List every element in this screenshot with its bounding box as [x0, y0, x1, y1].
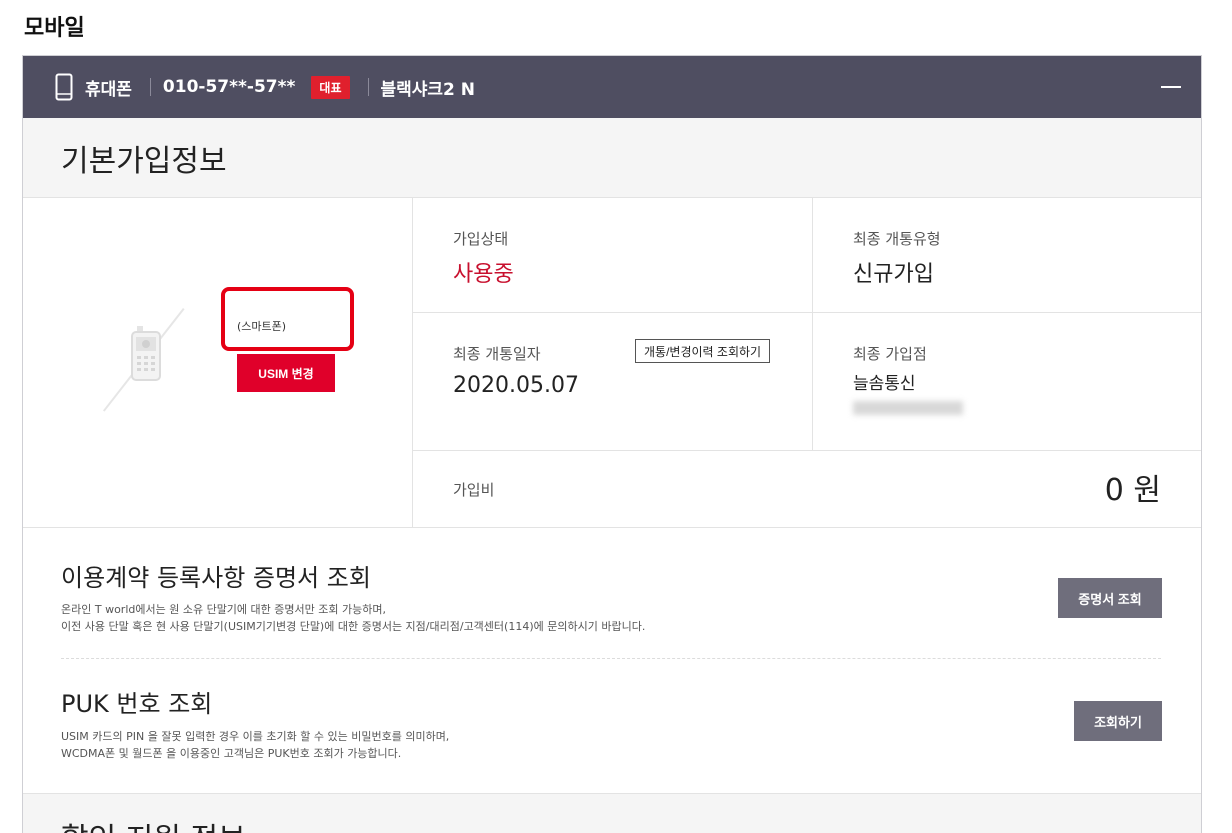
line-header-bar[interactable]: 휴대폰 010-57**-57** 대표 블랙샤크2 N: [23, 56, 1201, 118]
usim-change-button[interactable]: USIM 변경: [237, 354, 335, 392]
certificate-title: 이용계약 등록사항 증명서 조회: [61, 564, 371, 592]
header-divider: [149, 78, 151, 96]
header-divider: [367, 78, 369, 96]
open-type-value: 신규가입: [853, 262, 934, 287]
store-cell: 최종 가입점 늘솜통신: [813, 313, 1201, 451]
discount-section-title: 할인 지원 정보: [61, 814, 246, 833]
basic-info-title: 기본가입정보: [61, 144, 227, 179]
puk-row: PUK 번호 조회 USIM 카드의 PIN 을 잘못 입력한 경우 이를 초기…: [23, 658, 1201, 788]
subscription-status-value: 사용중: [453, 262, 514, 287]
device-name: (스마트폰): [237, 320, 287, 333]
subscription-status-cell: 가입상태 사용중: [413, 198, 813, 313]
store-name: 늘솜통신: [853, 374, 916, 394]
open-date-cell: 최종 개통일자 개통/변경이력 조회하기 2020.05.07: [413, 313, 813, 451]
certificate-inquiry-button[interactable]: 증명서 조회: [1058, 578, 1162, 618]
phone-number: 010-57**-57**: [162, 77, 296, 97]
device-model: 블랙샤크2 N: [380, 79, 476, 100]
blurred-store-phone: [853, 401, 963, 415]
certificate-desc-line2: 이전 사용 단말 혹은 현 사용 단말기(USIM기기변경 단말)에 대한 증명…: [61, 620, 646, 633]
store-label: 최종 가입점: [853, 345, 927, 363]
open-type-label: 최종 개통유형: [853, 230, 941, 248]
puk-desc-line1: USIM 카드의 PIN 을 잘못 입력한 경우 이를 초기화 할 수 있는 비…: [61, 730, 450, 743]
phone-device-icon: [131, 326, 161, 381]
puk-desc-line2: WCDMA폰 및 월드폰 을 이용중인 고객님은 PUK번호 조회가 가능합니다…: [61, 747, 402, 760]
device-area: (스마트폰) USIM 변경: [23, 198, 413, 528]
basic-info-block: (스마트폰) USIM 변경 가입상태 사용중 최종 개통유형 신규가입 최종 …: [23, 198, 1201, 528]
open-date-value: 2020.05.07: [453, 373, 579, 398]
puk-inquiry-button[interactable]: 조회하기: [1074, 701, 1162, 741]
puk-title: PUK 번호 조회: [61, 690, 213, 718]
fee-cell: 가입비 0 원: [413, 451, 1201, 528]
basic-info-section-header: 기본가입정보: [23, 118, 1201, 198]
page-title: 모바일: [24, 16, 85, 41]
mobile-line-panel: 휴대폰 010-57**-57** 대표 블랙샤크2 N 기본가입정보 (스마트…: [22, 55, 1202, 833]
certificate-desc-line1: 온라인 T world에서는 원 소유 단말기에 대한 증명서만 조회 가능하며…: [61, 603, 386, 616]
mobile-phone-icon: [55, 73, 73, 101]
fee-label: 가입비: [453, 481, 495, 499]
discount-section-header: 할인 지원 정보: [23, 793, 1201, 833]
representative-badge: 대표: [311, 75, 350, 99]
open-date-label: 최종 개통일자: [453, 345, 541, 363]
subscription-status-label: 가입상태: [453, 230, 509, 248]
device-type-label: 휴대폰: [85, 79, 132, 100]
open-type-cell: 최종 개통유형 신규가입: [813, 198, 1201, 313]
collapse-minus-icon[interactable]: [1161, 86, 1181, 88]
open-history-button[interactable]: 개통/변경이력 조회하기: [635, 339, 771, 363]
fee-value: 0 원: [1104, 473, 1161, 508]
certificate-row: 이용계약 등록사항 증명서 조회 온라인 T world에서는 원 소유 단말기…: [23, 528, 1201, 658]
